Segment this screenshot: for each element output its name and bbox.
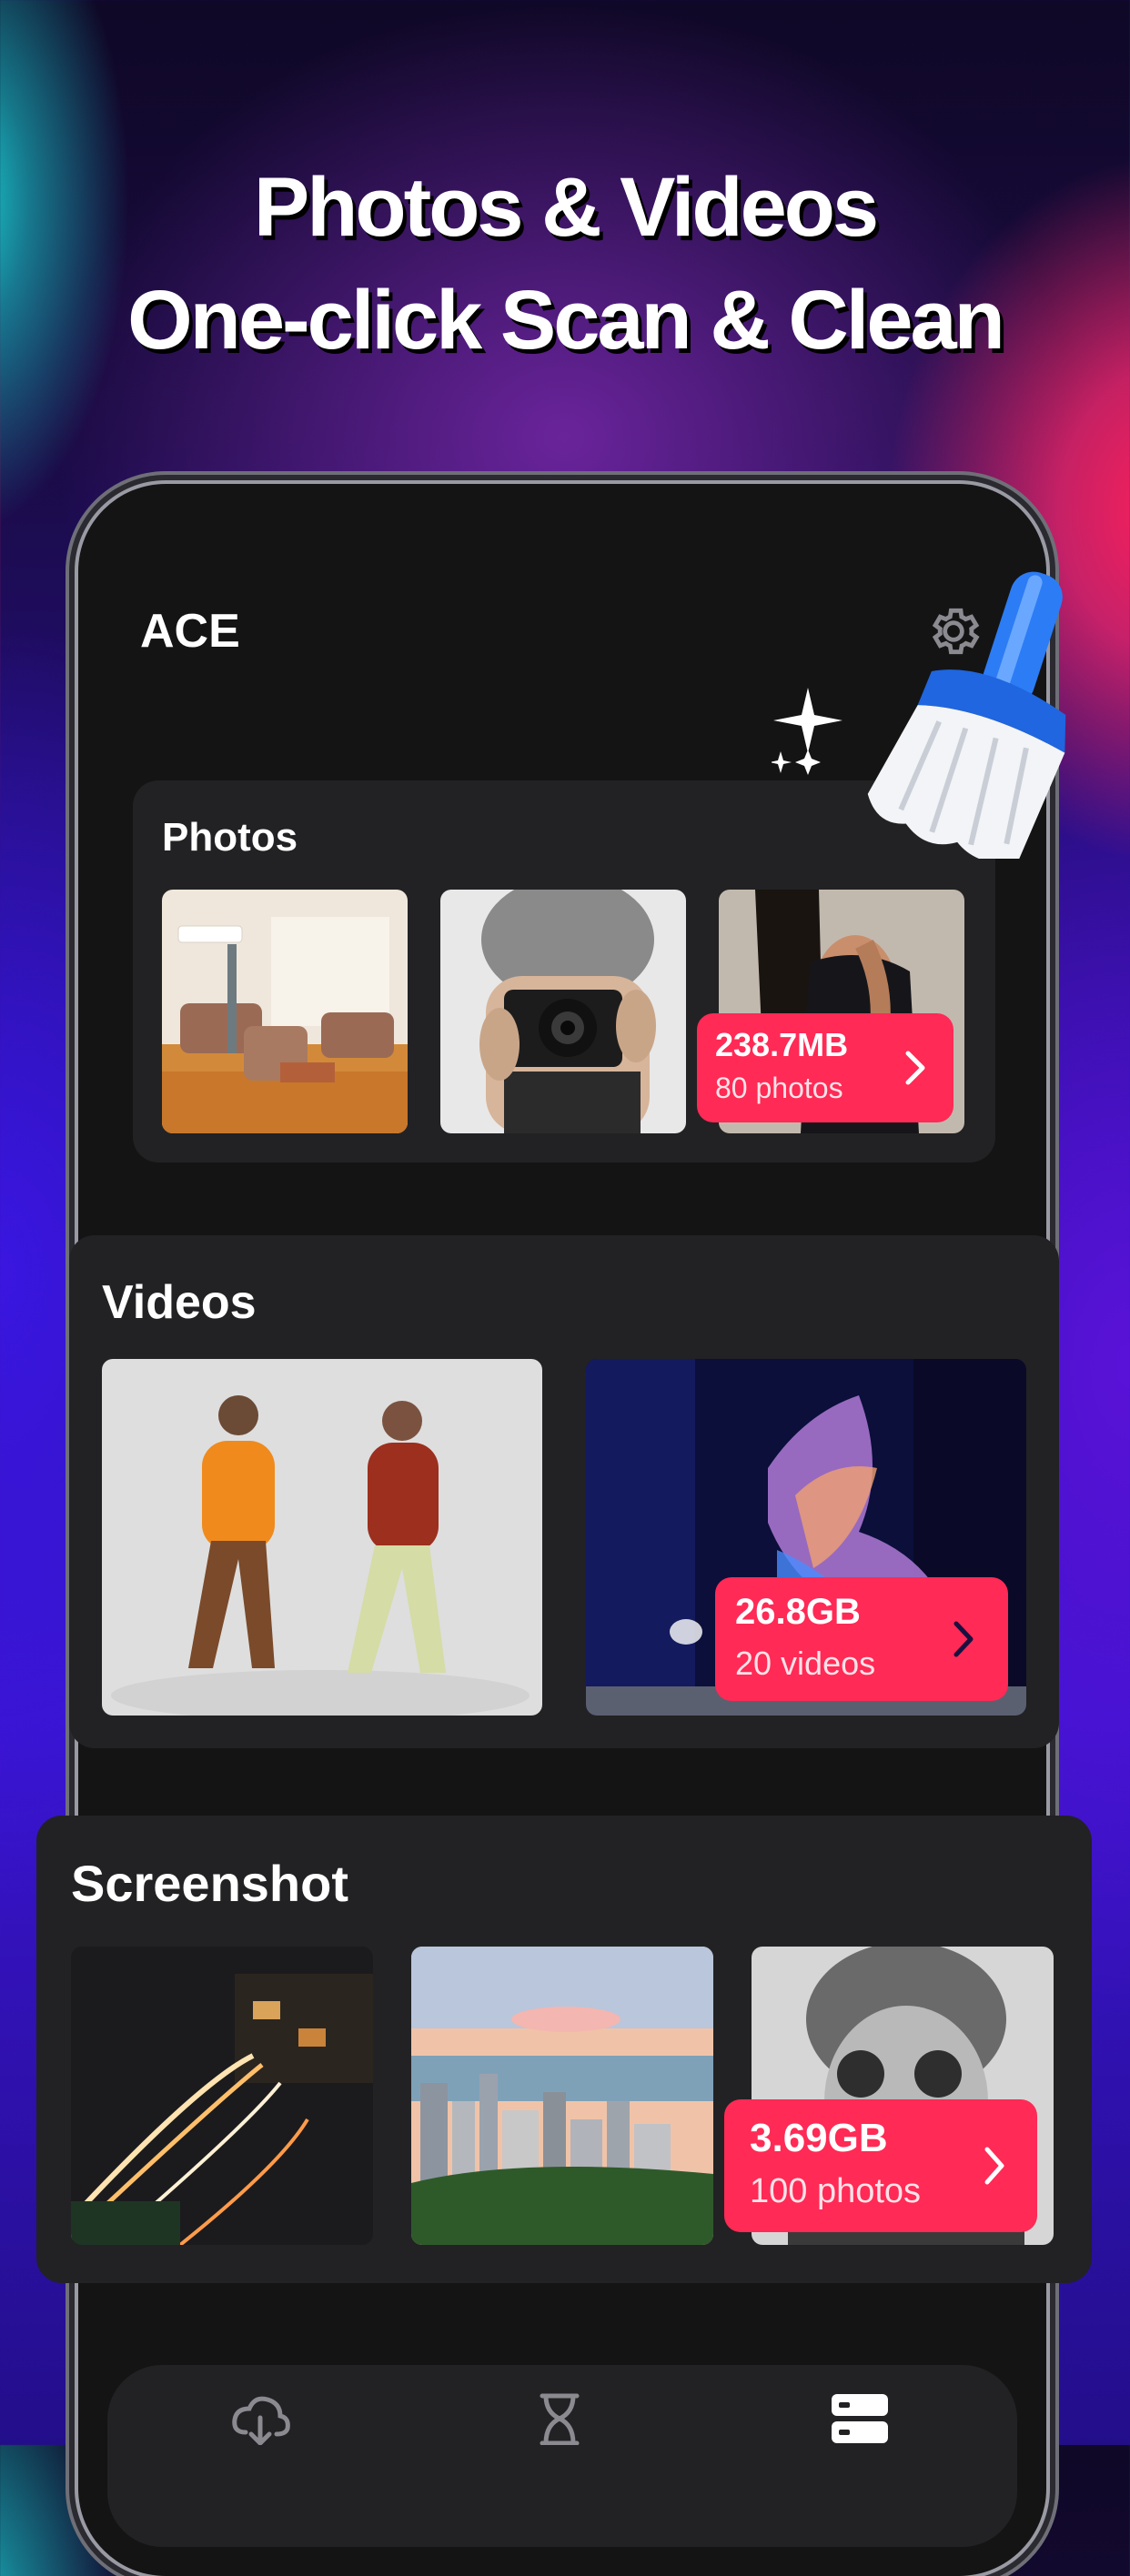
city-skyline-screenshot[interactable] [411,1947,713,2245]
photos-count: 80 photos [715,1072,843,1104]
screenshots-total-size: 3.69GB [750,2116,888,2160]
camera-person-photo[interactable] [440,890,686,1133]
photos-summary-pill[interactable]: 238.7MB 80 photos [697,1013,953,1122]
screenshot-card-title: Screenshot [71,1855,348,1912]
photos-card-title: Photos [162,815,298,860]
videos-total-size: 26.8GB [735,1592,861,1632]
two-dancers-video[interactable] [102,1359,542,1716]
hourglass-icon[interactable] [537,2392,582,2445]
screenshots-summary-pill[interactable]: 3.69GB 100 photos [724,2099,1037,2232]
promo-headline-line1: Photos & Videos [253,161,879,254]
living-room-photo[interactable] [162,890,408,1133]
videos-count: 20 videos [735,1645,876,1682]
storage-icon[interactable] [830,2392,890,2445]
sparkle-icon [772,688,842,775]
city-night-traffic-screenshot[interactable] [71,1947,373,2245]
promo-headline-line2: One-click Scan & Clean [127,274,1005,367]
chevron-right-icon [905,1051,925,1085]
videos-card-title: Videos [102,1276,257,1329]
broom-icon [867,571,1066,859]
screenshots-count: 100 photos [750,2172,922,2210]
chevron-right-icon [984,2147,1004,2185]
app-title: ACE [140,605,240,658]
photos-total-size: 238.7MB [715,1026,849,1063]
chevron-right-icon [953,1621,974,1657]
videos-summary-pill[interactable]: 26.8GB 20 videos [715,1577,1008,1701]
cloud-download-icon[interactable] [229,2392,291,2445]
